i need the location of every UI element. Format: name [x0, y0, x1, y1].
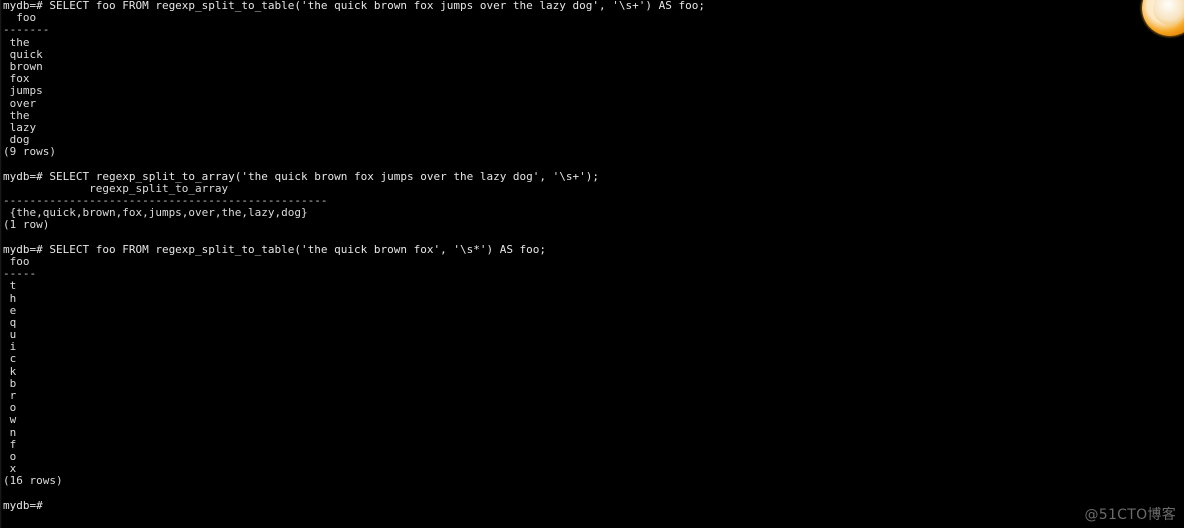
terminal-line-result: the — [3, 35, 30, 49]
terminal-line-count: (1 row) — [3, 218, 50, 232]
terminal-output-area[interactable]: mydb=# SELECT foo FROM regexp_split_to_t… — [0, 0, 1184, 528]
terminal-line-count: (9 rows) — [3, 145, 56, 159]
terminal-line-result: fox — [3, 72, 30, 86]
terminal-line-result: the — [3, 108, 30, 122]
terminal-line-result: e — [3, 303, 17, 317]
terminal-line-rule: ------- — [3, 23, 50, 37]
terminal-line-result: n — [3, 425, 17, 439]
terminal-line-result: c — [3, 352, 17, 366]
terminal-line-result: jumps — [3, 84, 43, 98]
terminal-line-result: lazy — [3, 120, 37, 134]
terminal-line-result: t — [3, 279, 17, 293]
terminal-line-result: i — [3, 340, 17, 354]
terminal-line-result: brown — [3, 59, 43, 73]
terminal-line-result: o — [3, 449, 17, 463]
terminal-line-result: q — [3, 315, 17, 329]
terminal-line-result: dog — [3, 133, 30, 147]
terminal-line-header: foo — [3, 254, 30, 268]
terminal-line-result: u — [3, 328, 17, 342]
terminal-line-result: h — [3, 291, 17, 305]
terminal-line-result: k — [3, 364, 17, 378]
terminal-line-result: f — [3, 437, 17, 451]
terminal-line-result: quick — [3, 47, 43, 61]
terminal-line-prompt: mydb=# SELECT foo FROM regexp_split_to_t… — [3, 0, 705, 12]
terminal-line-prompt: mydb=# — [3, 498, 43, 512]
terminal-window[interactable]: mydb=# SELECT foo FROM regexp_split_to_t… — [0, 0, 1184, 528]
terminal-line-result: x — [3, 462, 17, 476]
terminal-line-prompt: mydb=# SELECT foo FROM regexp_split_to_t… — [3, 242, 547, 256]
terminal-line-result: {the,quick,brown,fox,jumps,over,the,lazy… — [3, 206, 308, 220]
terminal-line-rule: ----- — [3, 267, 37, 281]
terminal-line-result: b — [3, 376, 17, 390]
terminal-line-prompt: mydb=# SELECT regexp_split_to_array('the… — [3, 169, 600, 183]
terminal-line-result: w — [3, 413, 17, 427]
terminal-line-count: (16 rows) — [3, 474, 63, 488]
terminal-line-result: r — [3, 389, 17, 402]
terminal-line-result: over — [3, 96, 37, 110]
terminal-line-result: o — [3, 401, 17, 415]
terminal-line-header: foo — [3, 11, 37, 25]
